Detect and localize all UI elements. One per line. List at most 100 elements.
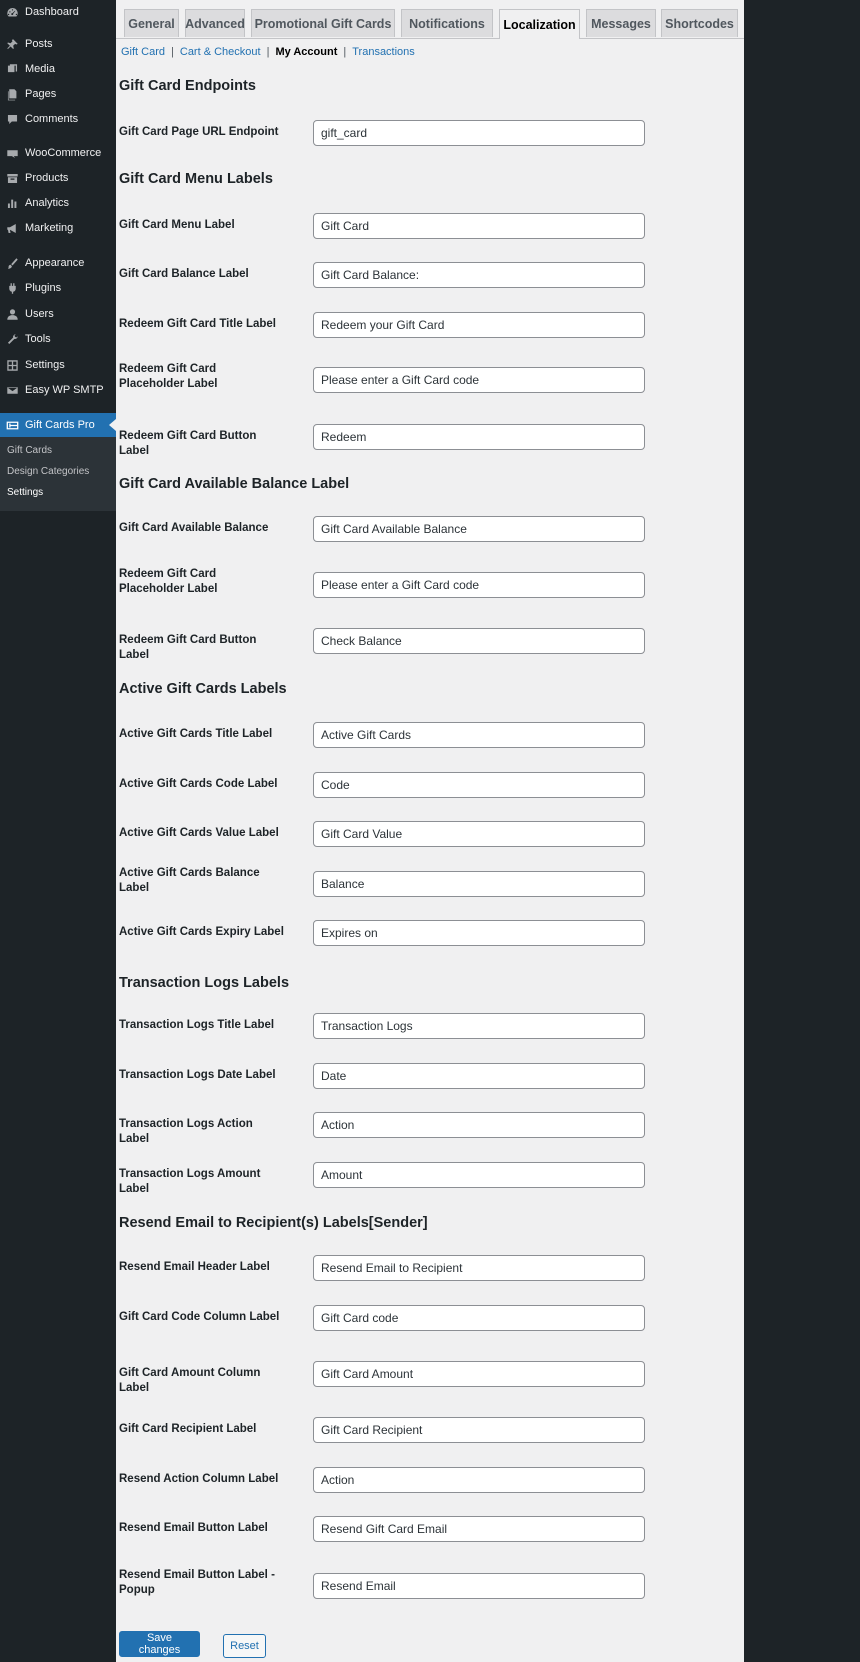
field-label: Active Gift Cards Code Label	[119, 778, 278, 790]
field-label: Redeem Gift Card Placeholder Label	[119, 568, 218, 595]
settings-icon	[5, 358, 19, 372]
field-input[interactable]	[313, 367, 645, 393]
field-label: Redeem Gift Card Button Label	[119, 634, 257, 661]
sidebar-item-comments[interactable]: Comments	[0, 107, 116, 131]
sidebar-item-posts[interactable]: Posts	[0, 32, 116, 56]
section-title: Active Gift Cards Labels	[119, 681, 287, 697]
tab-general[interactable]: General	[124, 9, 179, 37]
sidebar-item-marketing[interactable]: Marketing	[0, 216, 116, 240]
tab-shortcodes[interactable]: Shortcodes	[661, 9, 738, 37]
sidebar-item-settings[interactable]: Settings	[0, 353, 116, 377]
field-label: Gift Card Available Balance	[119, 522, 269, 534]
tab-advanced[interactable]: Advanced	[185, 9, 245, 37]
field-input[interactable]	[313, 1417, 645, 1443]
field-input[interactable]	[313, 1112, 645, 1138]
sidebar-item-plugins[interactable]: Plugins	[0, 276, 116, 300]
field-input[interactable]	[313, 1361, 645, 1387]
subnav-cart-checkout[interactable]: Cart & Checkout	[180, 46, 261, 58]
sidebar-item-label: Settings	[25, 359, 65, 371]
field-input[interactable]	[313, 821, 645, 847]
sidebar-item-users[interactable]: Users	[0, 302, 116, 326]
sidebar-item-label: Analytics	[25, 197, 70, 209]
tab-promotional-gift-cards[interactable]: Promotional Gift Cards	[251, 9, 395, 37]
reset-button[interactable]: Reset	[223, 1634, 266, 1658]
megaphone-icon	[5, 221, 19, 235]
sidebar-item-label: Tools	[25, 333, 51, 345]
sidebar-item-label: Gift Cards Pro	[25, 419, 95, 431]
field-label: Active Gift Cards Title Label	[119, 728, 273, 740]
comment-icon	[5, 112, 19, 126]
tab-localization[interactable]: Localization	[499, 9, 580, 39]
field-label: Redeem Gift Card Placeholder Label	[119, 363, 218, 390]
subnav-transactions[interactable]: Transactions	[352, 46, 415, 58]
field-input[interactable]	[313, 1516, 645, 1542]
pin-icon	[5, 37, 19, 51]
sidebar-item-label: Media	[25, 63, 55, 75]
sidebar-item-label: Comments	[25, 113, 79, 125]
subnav-gift-card[interactable]: Gift Card	[121, 46, 165, 58]
subnav-my-account: My Account	[275, 46, 338, 58]
save-changes-button[interactable]: Save changes	[119, 1631, 200, 1657]
brush-icon	[5, 256, 19, 270]
field-label: Resend Email Header Label	[119, 1261, 270, 1273]
field-input[interactable]	[313, 572, 645, 598]
field-input[interactable]	[313, 424, 645, 450]
field-input[interactable]	[313, 1467, 645, 1493]
sidebar-item-label: Pages	[25, 88, 57, 100]
submenu-item-gift-cards[interactable]: Gift Cards	[7, 445, 52, 456]
field-input[interactable]	[313, 871, 645, 897]
sidebar-item-label: Marketing	[25, 222, 74, 234]
field-input[interactable]	[313, 1063, 645, 1089]
submenu-item-settings[interactable]: Settings	[7, 487, 43, 498]
field-label: Transaction Logs Action Label	[119, 1118, 253, 1145]
tab-messages[interactable]: Messages	[586, 9, 656, 37]
sidebar-item-analytics[interactable]: Analytics	[0, 191, 116, 215]
field-label: Gift Card Code Column Label	[119, 1311, 280, 1323]
field-input[interactable]	[313, 1162, 645, 1188]
field-input[interactable]	[313, 1573, 645, 1599]
field-label: Redeem Gift Card Title Label	[119, 318, 276, 330]
field-label: Active Gift Cards Value Label	[119, 827, 279, 839]
field-input[interactable]	[313, 120, 645, 146]
dashboard-icon	[5, 5, 19, 19]
submenu-item-design-categories[interactable]: Design Categories	[7, 466, 89, 477]
sidebar-item-tools[interactable]: Tools	[0, 327, 116, 351]
subnav-separator: |	[266, 46, 270, 58]
field-label: Transaction Logs Date Label	[119, 1069, 276, 1081]
user-icon	[5, 307, 19, 321]
field-label: Gift Card Page URL Endpoint	[119, 126, 279, 138]
sidebar-item-products[interactable]: Products	[0, 166, 116, 190]
main-content: General Advanced Promotional Gift Cards Not…	[116, 0, 744, 1662]
field-label: Transaction Logs Amount Label	[119, 1168, 261, 1195]
field-input[interactable]	[313, 772, 645, 798]
sidebar-item-gift-cards-pro[interactable]: Gift Cards Pro	[0, 413, 116, 437]
sidebar-item-appearance[interactable]: Appearance	[0, 251, 116, 275]
sidebar-item-media[interactable]: Media	[0, 57, 116, 81]
plug-icon	[5, 281, 19, 295]
sidebar-item-pages[interactable]: Pages	[0, 82, 116, 106]
field-input[interactable]	[313, 213, 645, 239]
field-input[interactable]	[313, 262, 645, 288]
sidebar-item-label: WooCommerce	[25, 147, 102, 159]
field-input[interactable]	[313, 516, 645, 542]
sidebar-item-label: Appearance	[25, 257, 85, 269]
sidebar-item-easy-wp-smtp[interactable]: Easy WP SMTP	[0, 378, 116, 402]
tab-notifications[interactable]: Notifications	[401, 9, 493, 37]
section-title: Transaction Logs Labels	[119, 975, 290, 991]
field-input[interactable]	[313, 312, 645, 338]
field-input[interactable]	[313, 920, 645, 946]
settings-tab-bar: General Advanced Promotional Gift Cards Not…	[116, 0, 744, 39]
field-label: Gift Card Menu Label	[119, 219, 235, 231]
sidebar-item-woocommerce[interactable]: WooCommerce	[0, 141, 116, 165]
field-input[interactable]	[313, 1305, 645, 1331]
field-input[interactable]	[313, 628, 645, 654]
field-input[interactable]	[313, 722, 645, 748]
field-input[interactable]	[313, 1013, 645, 1039]
sidebar-item-label: Dashboard	[25, 6, 79, 18]
field-input[interactable]	[313, 1255, 645, 1281]
archive-icon	[5, 171, 19, 185]
gift-cards-pro-submenu: Gift Cards Design Categories Settings	[0, 437, 116, 511]
field-label: Resend Email Button Label	[119, 1522, 268, 1534]
field-label: Resend Action Column Label	[119, 1473, 279, 1485]
sidebar-item-dashboard[interactable]: Dashboard	[0, 0, 116, 24]
